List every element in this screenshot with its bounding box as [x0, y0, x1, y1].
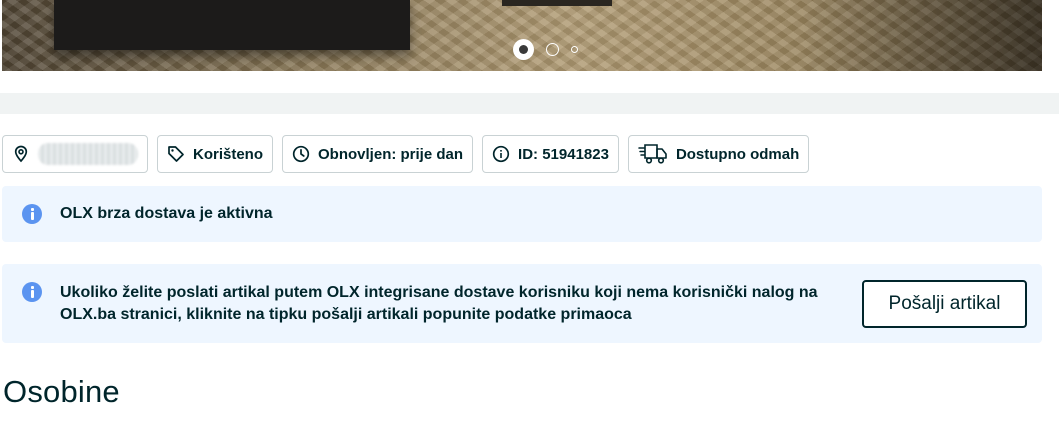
fast-delivery-text: OLX brza dostava je aktivna — [60, 205, 273, 222]
section-title-features: Osobine — [3, 374, 120, 409]
info-icon — [22, 204, 42, 224]
condition-label: Korišteno — [193, 145, 264, 163]
section-divider-band — [0, 93, 1059, 114]
gallery-pagination — [513, 38, 578, 60]
gallery-dot-3[interactable] — [571, 45, 578, 53]
tag-icon — [167, 145, 185, 163]
send-item-text: Ukoliko želite poslati artikal putem OLX… — [60, 283, 818, 323]
info-circle-icon — [492, 145, 510, 163]
map-pin-icon — [12, 145, 30, 163]
listing-tags: Korišteno Obnovljen: prije dan ID: 51941… — [2, 135, 810, 173]
product-photo-box — [54, 0, 410, 50]
gallery-shade — [802, 0, 1042, 71]
info-icon — [22, 282, 42, 302]
gallery-dot-2[interactable] — [546, 42, 559, 56]
fast-delivery-notice: OLX brza dostava je aktivna — [2, 186, 1042, 242]
location-redacted — [38, 143, 138, 165]
listing-id-tag[interactable]: ID: 51941823 — [482, 135, 619, 173]
condition-tag[interactable]: Korišteno — [157, 135, 274, 173]
refreshed-tag[interactable]: Obnovljen: prije dan — [282, 135, 474, 173]
send-item-notice: Ukoliko želite poslati artikal putem OLX… — [2, 264, 1042, 343]
delivery-truck-icon — [638, 142, 668, 166]
availability-label: Dostupno odmah — [675, 145, 800, 163]
product-photo-object — [502, 0, 612, 6]
clock-icon — [292, 145, 310, 163]
send-item-button[interactable]: Pošalji artikal — [862, 279, 1027, 328]
availability-tag[interactable]: Dostupno odmah — [627, 135, 810, 173]
listing-id-label: ID: 51941823 — [518, 145, 609, 163]
refreshed-label: Obnovljen: prije dan — [318, 145, 464, 163]
location-tag[interactable] — [2, 135, 148, 173]
image-gallery[interactable] — [2, 0, 1042, 71]
gallery-dot-1[interactable] — [513, 38, 534, 60]
